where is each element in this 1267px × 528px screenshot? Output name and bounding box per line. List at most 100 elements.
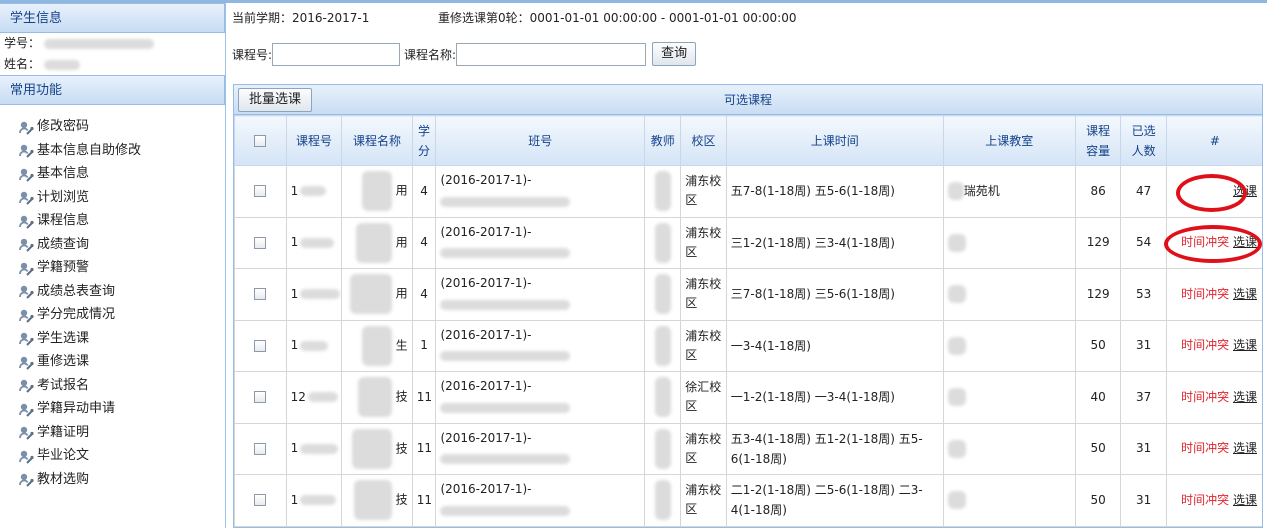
redacted: [355, 222, 392, 263]
row-select-cell: [234, 371, 287, 424]
time-cell: 五3-4(1-18周) 五1-2(1-18周) 五5-6(1-18周): [725, 422, 944, 475]
table-row: 1 用 4 (2016-2017-1)- 浦东校区 三1-2(1-18周) 三3-4(1-…: [234, 216, 1262, 269]
menu-item-label: 毕业论文: [37, 448, 90, 463]
credit-cell: 1: [411, 319, 437, 372]
class-no-cell: (2016-2017-1)-: [435, 165, 646, 218]
redacted: [440, 454, 571, 465]
action-cell: 时间冲突 选课: [1165, 422, 1262, 475]
select-all-header: [234, 115, 287, 166]
class-no: (2016-2017-1)-: [440, 482, 532, 497]
redacted: [654, 480, 671, 521]
select-course-link[interactable]: 选课: [1233, 287, 1257, 301]
select-course-link[interactable]: 选课: [1233, 441, 1257, 455]
row-checkbox[interactable]: [254, 442, 267, 455]
table-row: 1 生 1 (2016-2017-1)- 浦东校区 一3-4(1-18周) 50 31 时间冲突…: [234, 319, 1262, 372]
col-capacity: 课程容量: [1074, 115, 1122, 166]
wrench-user-icon: [18, 213, 37, 229]
redacted: [353, 480, 392, 521]
enrolled-cell: 54: [1120, 216, 1167, 269]
room-cell: [942, 371, 1076, 424]
student-name-line: 姓名：: [0, 54, 225, 75]
time-cell: 一1-2(1-18周) 一3-4(1-18周): [725, 371, 944, 424]
time-conflict-label: 时间冲突: [1181, 389, 1230, 404]
course-name-input[interactable]: [456, 42, 647, 66]
redacted: [361, 171, 392, 212]
wrench-user-icon: [18, 283, 37, 299]
select-course-link[interactable]: 选课: [1233, 184, 1257, 198]
menu-item[interactable]: 学分完成情况: [18, 303, 225, 327]
function-menu: 修改密码 基本信息自助修改基本信息计划浏览课程信息 成绩查询 学籍预警 成绩总表查询 学分…: [0, 105, 225, 491]
menu-item[interactable]: 计划浏览: [18, 186, 225, 210]
course-no-cell: 1: [285, 165, 343, 218]
row-checkbox[interactable]: [254, 391, 267, 404]
col-credit: 学分: [411, 115, 437, 166]
wrench-user-icon: [18, 189, 37, 205]
enrolled-cell: 47: [1120, 165, 1167, 218]
menu-item[interactable]: 课程信息: [18, 209, 225, 233]
student-id-label: 学号：: [4, 36, 41, 50]
menu-item[interactable]: 基本信息自助修改: [18, 139, 225, 163]
room-cell: [942, 474, 1076, 527]
menu-item-label: 考试报名: [37, 377, 90, 393]
credit-cell: 4: [411, 165, 437, 218]
campus-cell: 浦东校区: [680, 474, 727, 527]
menu-item[interactable]: 学籍证明: [18, 421, 225, 445]
row-checkbox[interactable]: [254, 339, 267, 352]
menu-item[interactable]: 毕业论文: [18, 444, 225, 468]
course-name: 技: [395, 492, 408, 507]
course-no: 1: [290, 183, 299, 198]
menu-item-label: 基本信息: [37, 166, 90, 181]
select-course-link[interactable]: 选课: [1233, 235, 1257, 249]
course-no-input[interactable]: [272, 42, 401, 66]
menu-item[interactable]: 学籍预警: [18, 256, 225, 280]
select-course-link[interactable]: 选课: [1233, 390, 1257, 404]
course-name: 技: [395, 389, 408, 404]
time-cell: 一3-4(1-18周): [725, 319, 944, 372]
campus-cell: 徐汇校区: [680, 371, 727, 424]
menu-item-label: 学生选课: [37, 330, 90, 346]
query-button[interactable]: 查询: [652, 42, 697, 66]
wrench-user-icon: [18, 307, 37, 323]
row-checkbox[interactable]: [254, 494, 267, 507]
menu-item[interactable]: 学籍异动申请: [18, 397, 225, 421]
action-cell: 时间冲突 选课: [1165, 216, 1262, 269]
select-course-link[interactable]: 选课: [1233, 338, 1257, 352]
teacher-cell: [644, 216, 682, 269]
batch-select-button[interactable]: 批量选课: [238, 88, 313, 112]
redacted: [307, 392, 338, 403]
redacted: [300, 237, 335, 248]
table-row: 12 技 11 (2016-2017-1)- 徐汇校区 一1-2(1-18周) 一3-4(…: [234, 371, 1262, 424]
select-course-link[interactable]: 选课: [1233, 493, 1257, 507]
credit-cell: 11: [411, 474, 437, 527]
room-cell: [942, 319, 1076, 372]
course-no: 1: [290, 235, 299, 250]
menu-item[interactable]: 重修选课: [18, 350, 225, 374]
row-checkbox[interactable]: [254, 185, 267, 198]
redacted: [947, 388, 966, 407]
room-cell: [942, 422, 1076, 475]
capacity-cell: 129: [1074, 268, 1122, 321]
menu-item[interactable]: 学生选课: [18, 327, 225, 351]
row-checkbox[interactable]: [254, 288, 267, 301]
enrolled-cell: 31: [1120, 474, 1167, 527]
menu-item[interactable]: 基本信息: [18, 162, 225, 186]
course-name: 用: [395, 235, 408, 250]
menu-item[interactable]: 教材选购: [18, 468, 225, 492]
wrench-user-icon: [18, 424, 37, 440]
menu-item[interactable]: 成绩总表查询: [18, 280, 225, 304]
row-checkbox[interactable]: [254, 236, 267, 249]
time-conflict-label: 时间冲突: [1181, 441, 1230, 456]
teacher-cell: [644, 371, 682, 424]
class-no-cell: (2016-2017-1)-: [435, 216, 646, 269]
current-term: 当前学期：2016-2017-1: [232, 11, 370, 25]
redacted: [947, 491, 966, 510]
redacted: [440, 351, 571, 362]
menu-item[interactable]: 修改密码: [18, 115, 225, 139]
menu-item-label: 计划浏览: [37, 189, 90, 205]
menu-item[interactable]: 考试报名: [18, 374, 225, 398]
action-cell: 时间冲突 选课: [1165, 371, 1262, 424]
menu-item[interactable]: 成绩查询: [18, 233, 225, 257]
select-all-checkbox[interactable]: [254, 135, 267, 147]
redacted: [349, 274, 392, 315]
row-select-cell: [234, 165, 287, 218]
